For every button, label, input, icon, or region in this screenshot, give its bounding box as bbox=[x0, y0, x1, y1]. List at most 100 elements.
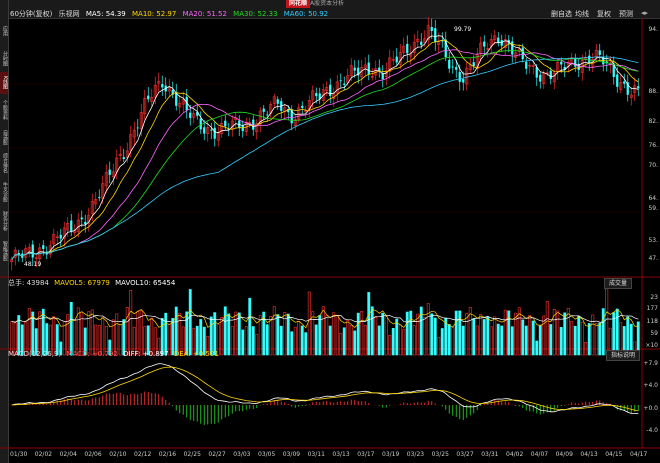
time-axis-label: 01/30 bbox=[10, 451, 28, 458]
volume-bar-down bbox=[496, 323, 500, 356]
candle-body-down bbox=[59, 234, 62, 239]
volume-bar-up bbox=[272, 306, 276, 356]
volume-bar-down bbox=[164, 312, 168, 356]
volume-bar-up bbox=[556, 310, 560, 356]
candle-body-down bbox=[367, 62, 370, 75]
time-axis-label: 03/25 bbox=[431, 451, 449, 458]
candle-body-down bbox=[378, 67, 381, 71]
candle-body-down bbox=[511, 41, 514, 55]
volume-bar-up bbox=[339, 333, 343, 356]
volume-bar-down bbox=[237, 312, 241, 356]
price-axis-label: 70. bbox=[648, 162, 658, 169]
time-axis-label: 02/25 bbox=[183, 451, 201, 458]
candle-body-down bbox=[616, 74, 619, 87]
volume-bar-up bbox=[230, 326, 234, 356]
time-axis-label: 02/16 bbox=[158, 451, 177, 458]
candle-body-down bbox=[224, 120, 227, 127]
indicator-help-button[interactable]: 指标说明 bbox=[606, 350, 641, 361]
volume-axis-label: 177 bbox=[646, 305, 658, 312]
volume-indicator-button[interactable]: 成交量 bbox=[604, 278, 633, 289]
candle-body-down bbox=[301, 105, 304, 109]
volume-bar-up bbox=[129, 290, 133, 356]
macd-axis-label: +4.0 bbox=[643, 382, 658, 389]
volume-bar-down bbox=[486, 316, 490, 356]
candle-body-down bbox=[262, 108, 265, 112]
time-axis-label: 02/27 bbox=[208, 451, 226, 458]
time-axis-label: 04/07 bbox=[530, 451, 549, 458]
candle-body-down bbox=[560, 61, 563, 65]
volume-bar-down bbox=[510, 326, 514, 356]
volume-bar-up bbox=[297, 321, 301, 356]
macd-axis-label: +0.0 bbox=[643, 405, 658, 412]
volume-bar-down bbox=[461, 325, 465, 356]
volume-header: 总手: 43984 MAVOL5: 67979 MAVOL10: 65454 bbox=[8, 278, 175, 288]
candle-body-down bbox=[241, 125, 244, 132]
time-axis-label: 03/31 bbox=[481, 451, 499, 458]
volume-bar-down bbox=[174, 306, 178, 356]
kline-chart[interactable] bbox=[0, 0, 660, 463]
dea-line bbox=[11, 366, 639, 412]
volume-bar-down bbox=[241, 329, 245, 356]
volume-bar-down bbox=[213, 312, 217, 356]
candle-body-down bbox=[598, 50, 601, 55]
candle-body-down bbox=[80, 217, 83, 220]
volume-bar-up bbox=[363, 324, 367, 356]
candle-body-down bbox=[525, 61, 528, 69]
volume-bar-up bbox=[451, 327, 455, 356]
volume-bar-down bbox=[405, 311, 409, 356]
time-axis-label: 03/19 bbox=[382, 451, 400, 458]
macd-params: MACD(12,26,9) bbox=[8, 350, 62, 358]
candle-body-down bbox=[395, 56, 398, 63]
time-axis-label: 04/17 bbox=[630, 451, 648, 458]
volume-total: 总手: 43984 bbox=[8, 279, 49, 287]
volume-bar-down bbox=[524, 325, 528, 356]
candle-body-down bbox=[497, 37, 500, 43]
candle-body-down bbox=[353, 67, 356, 71]
volume-bar-down bbox=[318, 315, 322, 356]
macd-axis-label: -4.0 bbox=[646, 427, 658, 434]
volume-bar-up bbox=[346, 319, 350, 356]
candle-body-down bbox=[549, 70, 552, 80]
time-axis-label: 04/13 bbox=[580, 451, 598, 458]
volume-bar-down bbox=[587, 323, 591, 356]
price-axis-label: 76. bbox=[648, 142, 658, 149]
volume-bar-down bbox=[41, 308, 45, 356]
candle-body-down bbox=[203, 127, 206, 134]
candle-body-down bbox=[329, 84, 332, 96]
price-axis-label: 59. bbox=[648, 205, 658, 212]
price-axis-label: 64. bbox=[648, 195, 658, 202]
volume-bar-down bbox=[367, 292, 371, 356]
mavol5-label: MAVOL5: 67979 bbox=[54, 279, 110, 287]
time-axis-label: 02/12 bbox=[134, 451, 152, 458]
volume-bar-down bbox=[69, 301, 73, 356]
candle-body-down bbox=[84, 221, 87, 225]
candle-body-down bbox=[406, 43, 409, 54]
volume-bar-down bbox=[409, 310, 413, 356]
price-axis-label: 53. bbox=[648, 237, 658, 244]
volume-bar-down bbox=[440, 328, 444, 356]
volume-bar-down bbox=[188, 289, 192, 356]
candle-body-down bbox=[430, 26, 433, 31]
volume-bar-down bbox=[185, 311, 189, 356]
volume-bar-up bbox=[545, 301, 549, 356]
candle-body-down bbox=[455, 67, 458, 70]
time-axis-label: 02/04 bbox=[59, 451, 77, 458]
volume-bar-up bbox=[321, 306, 325, 356]
candle-body-down bbox=[434, 28, 437, 43]
time-axis-label: 04/09 bbox=[555, 451, 573, 458]
candle-body-down bbox=[98, 197, 101, 199]
volume-bar-up bbox=[293, 326, 297, 356]
candle-body-down bbox=[213, 127, 216, 139]
volume-bar-down bbox=[531, 320, 535, 356]
candle-body-down bbox=[266, 114, 269, 116]
candle-body-down bbox=[42, 245, 45, 250]
candle-body-down bbox=[637, 86, 640, 89]
volume-bar-down bbox=[521, 319, 525, 356]
volume-bar-down bbox=[276, 314, 280, 356]
volume-bar-down bbox=[454, 310, 458, 356]
time-axis-label: 03/05 bbox=[258, 451, 276, 458]
volume-bar-up bbox=[307, 291, 311, 356]
volume-bar-down bbox=[353, 330, 357, 356]
candle-body-down bbox=[451, 66, 454, 68]
candle-body-down bbox=[161, 84, 164, 88]
